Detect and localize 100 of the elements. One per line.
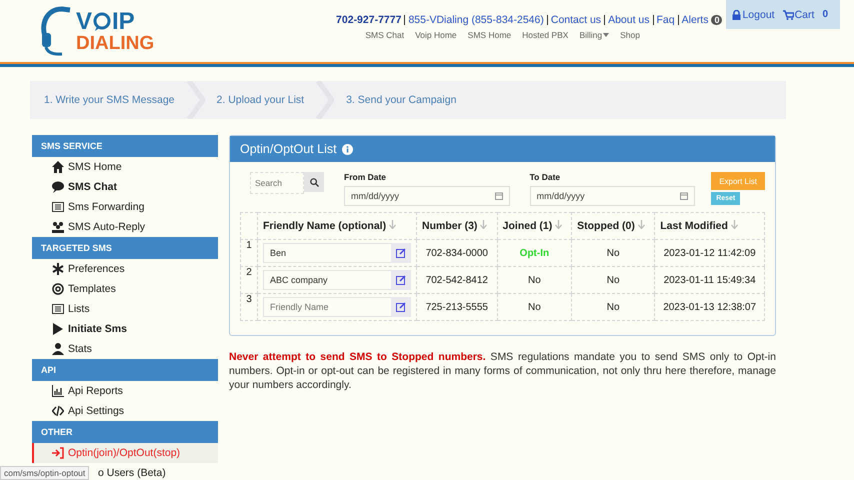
- stopped-cell: No: [572, 240, 655, 266]
- column-header[interactable]: Friendly Name (optional): [258, 212, 416, 240]
- column-header[interactable]: Stopped (0): [572, 212, 655, 240]
- number-cell: 725-213-5555: [416, 294, 498, 320]
- search-field[interactable]: Search: [250, 172, 304, 194]
- calendar-icon: [680, 192, 688, 200]
- sidebar-item[interactable]: Sms Forwarding: [32, 197, 218, 217]
- sidebar-item[interactable]: SMS Auto-Reply: [32, 217, 218, 237]
- friendly-name-field[interactable]: ABC company: [263, 270, 391, 290]
- nav-link[interactable]: Voip Home: [415, 30, 457, 40]
- sidebar-item[interactable]: Preferences: [32, 259, 218, 279]
- row-number: 3: [240, 294, 258, 320]
- nav-link[interactable]: Billing: [579, 30, 610, 40]
- top-link[interactable]: 855-VDialing (855-834-2546): [404, 14, 547, 24]
- logo-text: V: [76, 10, 92, 34]
- number-cell: 702-542-8412: [416, 266, 498, 294]
- step-label: 3. Send your Campaign: [346, 94, 456, 106]
- date-field[interactable]: mm/dd/yyyy: [530, 186, 696, 206]
- joined-cell: Opt-In: [497, 240, 572, 266]
- chevron-icon: [186, 81, 205, 119]
- step-label: 1. Write your SMS Message: [44, 94, 175, 106]
- list-icon: [52, 303, 64, 315]
- sort-arrow-icon: [389, 220, 396, 229]
- panel-title: Optin/OptOut List: [240, 142, 337, 156]
- friendly-name-field[interactable]: Friendly Name: [263, 297, 391, 317]
- edit-button[interactable]: [391, 297, 411, 317]
- cart-icon: [782, 10, 794, 20]
- sidebar-item[interactable]: Optin(join)/OptOut(stop): [32, 443, 218, 463]
- lock-icon: [732, 10, 742, 20]
- date-field[interactable]: mm/dd/yyyy: [344, 186, 510, 206]
- alerts-count-badge: 0: [711, 14, 722, 24]
- sign-in-icon: [52, 447, 64, 459]
- sort-arrow-icon: [638, 220, 645, 229]
- number-cell: 702-834-0000: [416, 240, 498, 266]
- top-link[interactable]: Faq: [652, 14, 678, 24]
- search-icon: [310, 178, 318, 186]
- sidebar-heading: API: [32, 359, 218, 381]
- step-label: 2. Upload your List: [216, 94, 304, 106]
- edit-icon: [396, 275, 406, 285]
- nav-link[interactable]: Hosted PBX: [522, 30, 568, 40]
- asterisk-icon: [52, 263, 64, 275]
- row-number: 1: [240, 240, 258, 266]
- search-button[interactable]: [304, 172, 324, 192]
- modified-cell: 2023-01-12 11:42:09: [654, 240, 764, 266]
- sort-arrow-icon: [480, 220, 488, 229]
- sidebar-heading: SMS SERVICE: [32, 135, 218, 157]
- home-icon: [52, 161, 64, 173]
- sidebar-item[interactable]: SMS Chat: [32, 177, 218, 197]
- sidebar-item[interactable]: Api Reports: [32, 381, 218, 401]
- modified-cell: 2023-01-13 12:38:07: [654, 294, 764, 320]
- chevron-icon: [316, 81, 334, 119]
- nav-link[interactable]: SMS Home: [468, 30, 512, 40]
- speech-bubble-icon: [92, 12, 112, 32]
- sidebar-item[interactable]: Stats: [32, 339, 218, 359]
- sidebar-heading: TARGETED SMS: [32, 237, 218, 259]
- edit-button[interactable]: [391, 270, 411, 290]
- joined-cell: No: [497, 266, 572, 294]
- sort-arrow-icon: [730, 220, 738, 229]
- users-icon: [52, 221, 64, 233]
- column-header[interactable]: Last Modified: [654, 212, 764, 240]
- logout-link[interactable]: Logout: [732, 9, 775, 21]
- stopped-cell: No: [572, 294, 655, 320]
- date-label: To Date: [530, 172, 562, 182]
- date-label: From Date: [344, 172, 388, 182]
- caret-icon: [603, 33, 610, 37]
- column-header[interactable]: Number (3): [416, 212, 498, 240]
- joined-cell: No: [497, 294, 572, 320]
- edit-icon: [396, 248, 406, 258]
- nav-link[interactable]: Shop: [620, 30, 640, 40]
- cart-link[interactable]: Cart: [782, 9, 814, 21]
- calendar-icon: [494, 192, 503, 200]
- modified-cell: 2023-01-11 15:49:34: [654, 266, 764, 294]
- edit-button[interactable]: [391, 243, 411, 263]
- stopped-cell: No: [572, 266, 655, 294]
- top-link[interactable]: Contact us: [546, 14, 604, 24]
- sort-arrow-icon: [555, 220, 562, 229]
- person-icon: [52, 343, 64, 355]
- edit-icon: [396, 302, 406, 312]
- row-number: 2: [240, 266, 258, 294]
- friendly-name-field[interactable]: Ben: [263, 243, 391, 263]
- url-tooltip: com/sms/optin-optout: [0, 466, 90, 480]
- sidebar-item[interactable]: SMS Home: [32, 157, 218, 177]
- bar-chart-icon: [52, 385, 64, 397]
- phone-link[interactable]: 702-927-7777: [336, 14, 404, 26]
- cart-count: 0: [822, 9, 828, 20]
- sidebar-heading: OTHER: [32, 421, 218, 443]
- play-icon: [52, 323, 64, 335]
- nav-link[interactable]: SMS Chat: [365, 30, 404, 40]
- chat-icon: [52, 181, 64, 193]
- sidebar-item[interactable]: Templates: [32, 279, 218, 299]
- sidebar-item[interactable]: Lists: [32, 299, 218, 319]
- sidebar-item[interactable]: Initiate Sms: [32, 319, 218, 339]
- info-icon: [342, 144, 353, 154]
- top-link[interactable]: About us: [604, 14, 653, 24]
- logo-text: IP: [112, 10, 135, 34]
- code-icon: [52, 405, 64, 417]
- sidebar-item[interactable]: Api Settings: [32, 401, 218, 421]
- logo-text: DIALING: [76, 34, 154, 52]
- column-header[interactable]: Joined (1): [497, 212, 572, 240]
- note-text: Never attempt to send SMS to Stopped numbers. SMS regulations mandate you to send SMS only to Opt-in numbers. Opt-in or opt-out can be registered in many forms of communication, not only thru here therefore, manage your numbers accordingly.: [229, 350, 776, 393]
